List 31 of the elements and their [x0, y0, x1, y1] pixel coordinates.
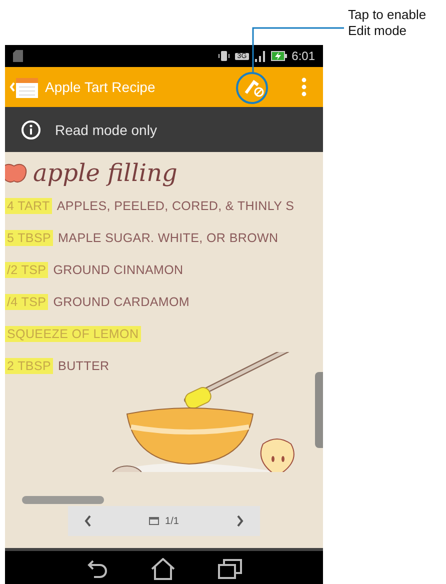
highlighted-text: 5 TBSP: [5, 230, 54, 246]
sd-card-icon: [13, 50, 23, 62]
highlighted-text: 2 TBSP: [5, 358, 54, 374]
banner-text: Read mode only: [55, 122, 157, 138]
battery-charging-icon: [270, 50, 287, 62]
previous-page-button[interactable]: [84, 515, 92, 527]
clock: 6:01: [292, 49, 315, 63]
highlight-circle: [236, 72, 268, 104]
note-heading: apple filling: [33, 159, 178, 187]
ingredient-text: BUTTER: [58, 358, 110, 374]
next-page-button[interactable]: [236, 515, 244, 527]
highlighted-text: /2 TSP: [5, 262, 48, 278]
app-title: Apple Tart Recipe: [45, 79, 156, 95]
ingredient-text: GROUND CARDAMOM: [53, 294, 190, 310]
page-count: 1/1: [165, 516, 179, 526]
apple-icon: [5, 162, 27, 184]
vibrate-icon: [218, 50, 230, 62]
home-button[interactable]: [150, 558, 176, 580]
ingredient-text: APPLES, PEELED, CORED, & THINLY S: [56, 198, 294, 214]
page-icon: [149, 517, 160, 525]
info-icon: [21, 120, 41, 140]
recent-apps-button[interactable]: [218, 559, 242, 579]
callout-text: Tap to enable: [348, 7, 426, 23]
ingredient-text: GROUND CINNAMON: [53, 262, 184, 278]
signal-icon: [254, 50, 266, 62]
back-button[interactable]: [86, 559, 108, 579]
highlighted-text: SQUEEZE OF LEMON: [5, 326, 141, 342]
highlighted-text: /4 TSP: [5, 294, 48, 310]
callout-text: Edit mode: [348, 23, 408, 39]
highlighted-text: 4 TART: [5, 198, 52, 214]
ingredient-text: MAPLE SUGAR. WHITE, OR BROWN: [58, 230, 278, 246]
